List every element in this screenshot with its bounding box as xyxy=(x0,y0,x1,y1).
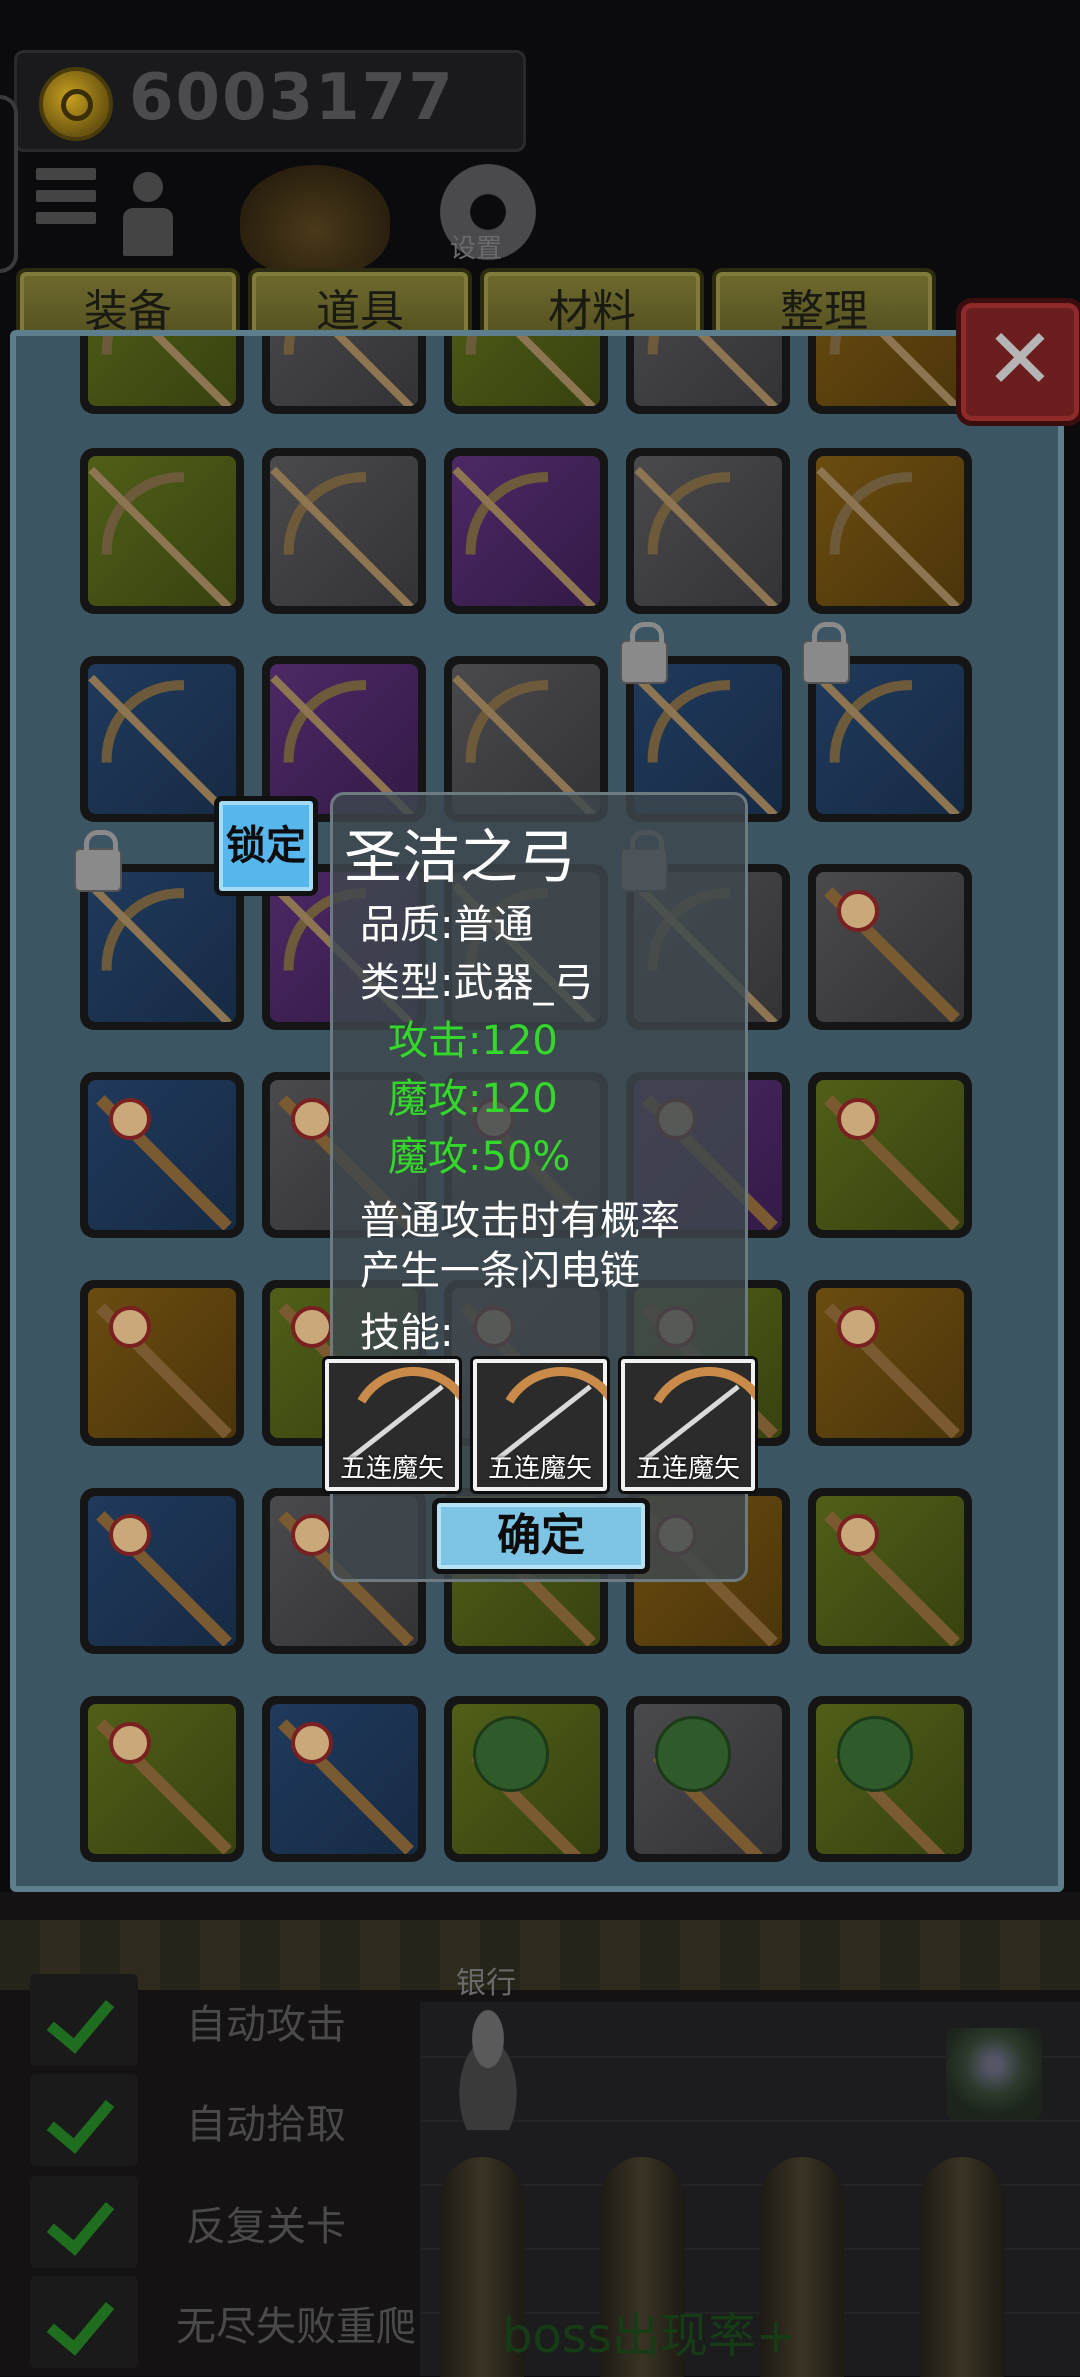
checkmark-icon[interactable] xyxy=(30,1974,138,2066)
bow-icon xyxy=(88,664,236,814)
inventory-slot[interactable] xyxy=(80,1488,244,1654)
club-icon xyxy=(452,1704,600,1854)
inventory-slot[interactable] xyxy=(808,1280,972,1446)
item-effect-line2: 产生一条闪电链 xyxy=(360,1248,640,1294)
lock-icon xyxy=(620,622,668,684)
toggle-auto-pickup[interactable]: 自动拾取 xyxy=(30,2074,530,2166)
bow-icon xyxy=(634,456,782,606)
bow-icon xyxy=(816,456,964,606)
staff-icon xyxy=(816,1496,964,1646)
inventory-slot[interactable] xyxy=(808,336,972,414)
inventory-slot[interactable] xyxy=(262,336,426,414)
toggle-label: 无尽失败重爬 xyxy=(176,2304,416,2350)
checkmark-icon[interactable] xyxy=(30,2276,138,2368)
bag-icon[interactable] xyxy=(240,165,390,275)
settings-label: 设置 xyxy=(450,234,503,264)
inventory-slot[interactable] xyxy=(444,1696,608,1862)
bow-icon xyxy=(634,336,782,406)
item-quality: 品质:普通 xyxy=(360,902,534,948)
lock-icon xyxy=(802,622,850,684)
lock-icon xyxy=(74,830,122,892)
club-icon xyxy=(634,1704,782,1854)
gold-amount: 6003177 xyxy=(129,61,455,135)
inventory-slot[interactable] xyxy=(80,1072,244,1238)
toggle-label: 反复关卡 xyxy=(186,2204,346,2250)
bow-icon xyxy=(452,336,600,406)
club-icon xyxy=(816,1704,964,1854)
bow-icon xyxy=(816,664,964,814)
staff-icon xyxy=(88,1080,236,1230)
bow-icon xyxy=(270,456,418,606)
staff-icon xyxy=(270,1704,418,1854)
inventory-slot[interactable] xyxy=(262,448,426,614)
skill-name: 五连魔矢 xyxy=(339,1454,444,1484)
flower-pot xyxy=(946,2028,1042,2120)
confirm-button[interactable]: 确定 xyxy=(432,1498,650,1574)
staff-icon xyxy=(816,1080,964,1230)
inventory-slot[interactable] xyxy=(808,448,972,614)
bow-icon xyxy=(88,336,236,406)
gold-display: 6003177 xyxy=(14,50,526,152)
inventory-slot[interactable] xyxy=(444,336,608,414)
side-tab-edge[interactable] xyxy=(0,95,18,273)
staff-icon xyxy=(816,1288,964,1438)
inventory-slot[interactable] xyxy=(444,448,608,614)
close-icon: ✕ xyxy=(984,310,1056,408)
toggle-label: 自动攻击 xyxy=(186,2002,346,2048)
menu-icon[interactable] xyxy=(36,168,96,258)
toggle-label: 自动拾取 xyxy=(186,2102,346,2148)
skill-name: 五连魔矢 xyxy=(487,1454,592,1484)
bow-icon xyxy=(88,456,236,606)
toggle-endless-retry[interactable]: 无尽失败重爬 xyxy=(30,2276,530,2368)
inventory-slot[interactable] xyxy=(626,1696,790,1862)
close-button[interactable]: ✕ xyxy=(956,298,1080,426)
staff-icon xyxy=(88,1704,236,1854)
item-type: 类型:武器_弓 xyxy=(360,960,594,1006)
inventory-slot[interactable] xyxy=(626,448,790,614)
checkmark-icon[interactable] xyxy=(30,2176,138,2268)
skill-slot[interactable]: 五连魔矢 xyxy=(322,1356,462,1494)
inventory-slot[interactable] xyxy=(626,336,790,414)
inventory-slot[interactable] xyxy=(80,1696,244,1862)
skill-slot[interactable]: 五连魔矢 xyxy=(470,1356,610,1494)
toggle-auto-attack[interactable]: 自动攻击 xyxy=(30,1974,530,2066)
inventory-slot[interactable] xyxy=(80,336,244,414)
stat-attack: 攻击:120 xyxy=(388,1018,558,1064)
stat-magic-attack: 魔攻:120 xyxy=(388,1076,558,1122)
bow-icon xyxy=(452,456,600,606)
inventory-slot[interactable] xyxy=(80,448,244,614)
toggle-repeat-stage[interactable]: 反复关卡 xyxy=(30,2176,530,2268)
stat-magic-attack-percent: 魔攻:50% xyxy=(388,1134,571,1180)
skills-label: 技能: xyxy=(360,1310,454,1356)
inventory-slot[interactable] xyxy=(808,1488,972,1654)
staff-icon xyxy=(88,1288,236,1438)
inventory-slot[interactable] xyxy=(808,1072,972,1238)
bow-icon xyxy=(88,872,236,1022)
inventory-slot[interactable] xyxy=(808,1696,972,1862)
coin-icon xyxy=(39,67,113,141)
lock-button[interactable]: 锁定 xyxy=(214,796,318,896)
inventory-slot[interactable] xyxy=(262,1696,426,1862)
checkmark-icon[interactable] xyxy=(30,2074,138,2166)
inventory-slot[interactable] xyxy=(80,1280,244,1446)
inventory-slot[interactable] xyxy=(802,622,972,822)
item-name: 圣洁之弓 xyxy=(344,823,577,891)
staff-icon xyxy=(88,1496,236,1646)
inventory-slot[interactable] xyxy=(808,864,972,1030)
bow-icon xyxy=(270,336,418,406)
bow-icon xyxy=(816,336,964,406)
pawn-icon[interactable] xyxy=(118,172,178,258)
staff-icon xyxy=(816,872,964,1022)
skill-name: 五连魔矢 xyxy=(635,1454,740,1484)
boss-rate-text: boss出现率+ xyxy=(502,2308,797,2364)
skill-slot[interactable]: 五连魔矢 xyxy=(618,1356,758,1494)
